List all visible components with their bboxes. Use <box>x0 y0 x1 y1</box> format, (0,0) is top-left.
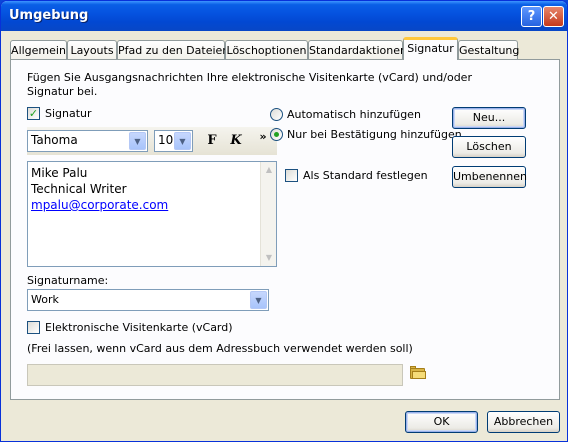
signature-checkbox-label: Signatur <box>45 107 92 120</box>
tab-allgemein[interactable]: Allgemein <box>10 40 67 59</box>
cancel-button[interactable]: Abbrechen <box>487 411 560 433</box>
tab-label: Pfad zu den Dateien <box>118 44 230 57</box>
chevron-down-icon[interactable]: ▼ <box>129 132 146 150</box>
font-size-value: 10 <box>158 133 174 147</box>
auto-add-radio[interactable] <box>270 108 283 121</box>
new-signature-button[interactable]: Neu... <box>452 107 526 129</box>
signature-name-select[interactable]: Work ▼ <box>27 289 269 311</box>
confirm-add-label: Nur bei Bestätigung hinzufügen <box>287 128 462 141</box>
rename-signature-button[interactable]: Umbenennen <box>452 166 527 188</box>
title-bar[interactable]: Umgebung ? ✕ <box>1 1 567 31</box>
window-title: Umgebung <box>9 8 89 23</box>
chevron-down-icon[interactable]: ▼ <box>250 291 267 309</box>
intro-text-line1: Fügen Sie Ausgangsnachrichten Ihre elekt… <box>27 71 472 84</box>
signature-name-value: Work <box>31 293 59 306</box>
vcard-checkbox-label: Elektronische Visitenkarte (vCard) <box>45 321 233 334</box>
scroll-up-icon[interactable]: ▲ <box>261 162 277 178</box>
tab-label: Gestaltung <box>459 44 520 57</box>
vcard-path-field[interactable] <box>27 364 403 386</box>
tab-label: Löschoptionen <box>226 44 307 57</box>
ok-button[interactable]: OK <box>405 411 478 433</box>
font-name-select[interactable]: Tahoma ▼ <box>27 130 148 152</box>
font-size-select[interactable]: 10 ▼ <box>154 130 193 152</box>
signature-editor[interactable]: Mike Palu Technical Writer mpalu@corpora… <box>27 161 277 267</box>
tab-layouts[interactable]: Layouts <box>67 40 117 59</box>
signature-email-link[interactable]: mpalu@corporate.com <box>31 198 168 212</box>
close-button[interactable]: ✕ <box>543 6 564 27</box>
scroll-down-icon[interactable]: ▼ <box>261 250 277 266</box>
folder-icon[interactable] <box>410 366 426 379</box>
set-default-label: Als Standard festlegen <box>303 169 428 182</box>
radio-selected-icon <box>274 132 279 137</box>
signature-text-line: Mike Palu <box>31 166 88 180</box>
tab-loeschoptionen[interactable]: Löschoptionen <box>225 40 308 59</box>
italic-button[interactable]: K <box>226 131 246 151</box>
tab-label: Allgemein <box>11 44 66 57</box>
tab-pfad[interactable]: Pfad zu den Dateien <box>117 40 229 59</box>
vcard-hint: (Frei lassen, wenn vCard aus dem Adressb… <box>27 342 413 355</box>
delete-signature-button[interactable]: Löschen <box>452 136 526 158</box>
tab-standardaktionen[interactable]: Standardaktionen <box>308 40 407 59</box>
confirm-add-radio[interactable] <box>270 128 283 141</box>
tab-label: Signatur <box>407 42 454 55</box>
signature-text-line: Technical Writer <box>31 182 127 196</box>
tab-label: Standardaktionen <box>309 44 407 57</box>
close-icon: ✕ <box>548 9 559 24</box>
tab-gestaltung[interactable]: Gestaltung <box>458 40 520 59</box>
intro-text-line2: Signatur bei. <box>27 85 98 98</box>
chevron-down-icon[interactable]: ▼ <box>174 132 191 150</box>
signature-panel: Fügen Sie Ausgangsnachrichten Ihre elekt… <box>10 59 560 400</box>
tab-label: Layouts <box>70 44 114 57</box>
settings-dialog: Umgebung ? ✕ Allgemein Layouts Pfad zu d… <box>0 0 568 442</box>
auto-add-label: Automatisch hinzufügen <box>287 108 421 121</box>
help-button[interactable]: ? <box>521 6 542 27</box>
editor-scrollbar[interactable]: ▲ ▼ <box>260 162 276 266</box>
vcard-checkbox[interactable] <box>27 321 40 334</box>
tab-signatur[interactable]: Signatur <box>403 37 458 60</box>
font-name-value: Tahoma <box>31 133 78 147</box>
checkmark-icon: ✓ <box>28 107 39 120</box>
signature-checkbox[interactable]: ✓ <box>27 107 40 120</box>
bold-button[interactable]: F <box>202 131 222 151</box>
format-toolbar: Tahoma ▼ 10 ▼ F K » <box>27 127 277 155</box>
help-icon: ? <box>527 9 536 24</box>
set-default-checkbox[interactable] <box>285 169 298 182</box>
signature-name-label: Signaturname: <box>27 274 109 287</box>
